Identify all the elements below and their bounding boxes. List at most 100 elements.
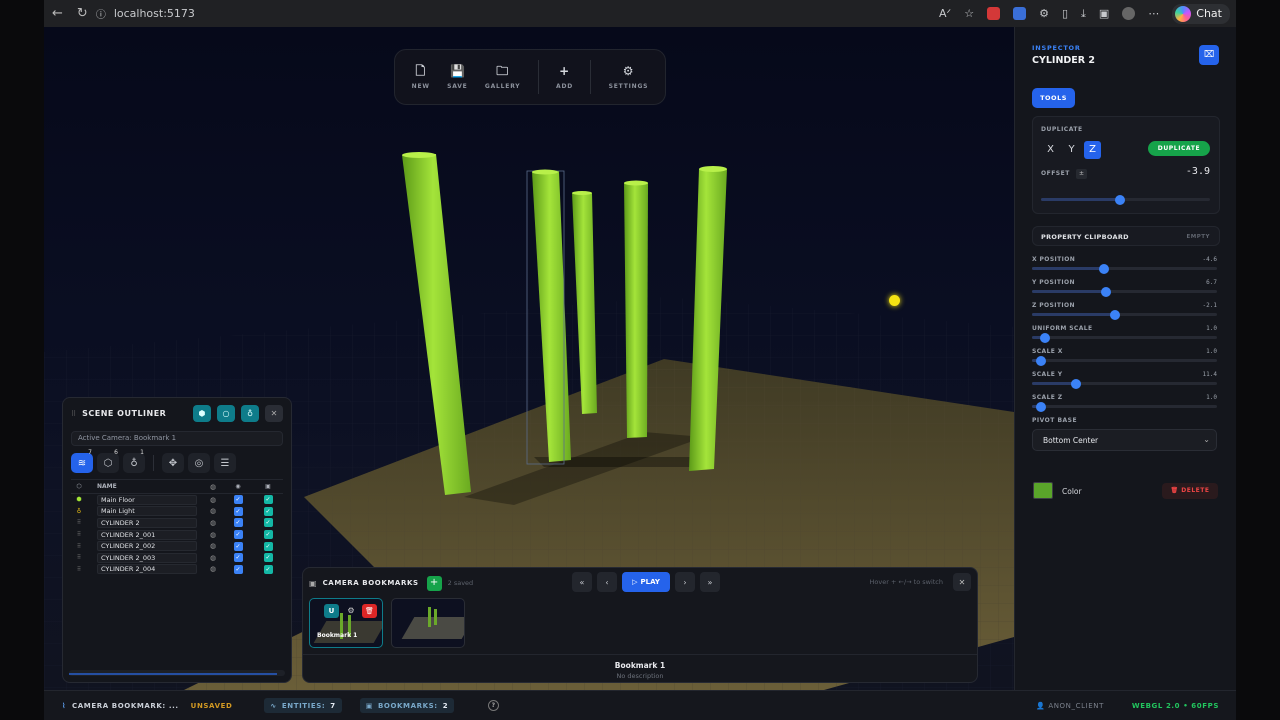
globe-icon[interactable]: ◍: [203, 531, 223, 539]
split-screen-icon[interactable]: ▯: [1062, 7, 1068, 20]
camera-toggle[interactable]: ✓: [253, 541, 283, 551]
camera-toggle[interactable]: ✓: [253, 518, 283, 528]
property-value[interactable]: 1.0: [1206, 325, 1217, 332]
color-swatch[interactable]: [1033, 482, 1053, 499]
table-row[interactable]: ⬢ Main Floor ◍ ✓ ✓: [71, 494, 283, 506]
globe-icon[interactable]: ◍: [203, 554, 223, 562]
property-value[interactable]: 1.0: [1206, 348, 1217, 355]
add-mesh-button[interactable]: ⬢: [193, 405, 211, 422]
download-icon[interactable]: ⤓: [1081, 7, 1086, 21]
property-slider[interactable]: [1032, 332, 1217, 343]
row-name[interactable]: Main Light: [97, 506, 197, 517]
globe-icon[interactable]: ◍: [203, 496, 223, 504]
delete-button[interactable]: 🗑 DELETE: [1162, 483, 1218, 499]
help-icon[interactable]: ?: [488, 700, 500, 711]
tools-tab[interactable]: TOOLS: [1032, 88, 1075, 108]
slider-knob[interactable]: [1101, 286, 1111, 297]
address-bar[interactable]: ⓘ localhost:5173: [96, 6, 195, 21]
add-light-button[interactable]: ♁: [241, 405, 259, 422]
row-name[interactable]: CYLINDER 2: [97, 517, 197, 528]
row-name[interactable]: CYLINDER 2_003: [97, 552, 197, 563]
offset-sign-toggle[interactable]: ±: [1076, 169, 1087, 179]
next-bookmark-button[interactable]: ›: [675, 572, 695, 592]
property-slider[interactable]: [1032, 286, 1217, 297]
adjust-tool-button[interactable]: ☰: [214, 453, 236, 473]
pen-icon[interactable]: [1013, 7, 1027, 20]
property-slider[interactable]: [1032, 378, 1217, 389]
visible-toggle[interactable]: ✓: [223, 506, 253, 516]
extension-icon[interactable]: [987, 7, 1001, 20]
tab-all[interactable]: ≋ 7: [71, 449, 93, 473]
add-button[interactable]: + ADD: [556, 64, 573, 90]
close-bookmarks-button[interactable]: ✕: [953, 573, 971, 591]
visible-toggle[interactable]: ✓: [223, 518, 253, 528]
main-light-gizmo[interactable]: [889, 295, 900, 306]
visible-toggle[interactable]: ✓: [223, 495, 253, 505]
slider-knob[interactable]: [1036, 355, 1047, 366]
screenshot-icon[interactable]: ▣: [1099, 7, 1109, 20]
camera-toggle[interactable]: ✓: [253, 553, 283, 563]
add-bookmark-button[interactable]: +: [426, 575, 442, 591]
update-bookmark-button[interactable]: U: [324, 604, 339, 618]
row-name[interactable]: CYLINDER 2_001: [97, 529, 197, 540]
gallery-button[interactable]: 🗀 GALLERY: [485, 64, 521, 90]
slider-knob[interactable]: [1099, 263, 1110, 274]
row-name[interactable]: CYLINDER 2_004: [97, 564, 197, 575]
property-value[interactable]: 1.0: [1206, 394, 1217, 401]
camera-toggle[interactable]: ✓: [253, 506, 283, 516]
outliner-scrollbar[interactable]: [69, 670, 285, 676]
cylinder-2-003[interactable]: [624, 183, 648, 438]
material-tool-button[interactable]: ◎: [188, 453, 210, 473]
property-value[interactable]: 11.4: [1203, 371, 1217, 378]
reload-icon[interactable]: ↻: [77, 6, 88, 21]
pivot-select[interactable]: Bottom Center ⌄: [1032, 429, 1217, 451]
add-sphere-button[interactable]: ○: [217, 405, 235, 422]
puzzle-icon[interactable]: ⚙: [1039, 7, 1049, 20]
duplicate-button[interactable]: DUPLICATE: [1148, 141, 1210, 156]
bookmark-thumb-1[interactable]: U ⚙ 🗑 Bookmark 1: [309, 598, 383, 648]
property-slider[interactable]: [1032, 263, 1217, 274]
table-row[interactable]: ⠿ CYLINDER 2_002 ◍ ✓ ✓: [71, 540, 283, 552]
camera-toggle[interactable]: ✓: [253, 530, 283, 540]
slider-knob[interactable]: [1071, 378, 1082, 389]
bookmarks-pill[interactable]: ▣ BOOKMARKS: 2: [359, 698, 455, 713]
new-button[interactable]: 🗋 NEW: [412, 64, 430, 90]
globe-icon[interactable]: ◍: [203, 507, 223, 515]
property-value[interactable]: -2.1: [1203, 302, 1217, 309]
bookmark-thumb-2[interactable]: [391, 598, 465, 648]
axis-x-button[interactable]: X: [1042, 141, 1059, 159]
slider-knob[interactable]: [1036, 401, 1047, 412]
offset-value[interactable]: -3.9: [1186, 166, 1210, 177]
property-value[interactable]: -4.6: [1203, 256, 1217, 263]
offset-slider[interactable]: [1041, 194, 1210, 205]
globe-icon[interactable]: ◍: [203, 565, 223, 573]
last-bookmark-button[interactable]: »: [700, 572, 720, 592]
property-slider[interactable]: [1032, 355, 1217, 366]
globe-icon[interactable]: ◍: [203, 542, 223, 550]
visible-toggle[interactable]: ✓: [223, 541, 253, 551]
slider-knob[interactable]: [1115, 194, 1126, 205]
prev-bookmark-button[interactable]: ‹: [597, 572, 617, 592]
site-info-icon[interactable]: ⓘ: [96, 6, 106, 21]
table-row[interactable]: ⠿ CYLINDER 2_003 ◍ ✓ ✓: [71, 552, 283, 564]
camera-toggle[interactable]: ✓: [253, 564, 283, 574]
play-button[interactable]: ▷ PLAY: [622, 572, 670, 592]
first-bookmark-button[interactable]: «: [572, 572, 592, 592]
camera-toggle[interactable]: ✓: [253, 495, 283, 505]
property-slider[interactable]: [1032, 401, 1217, 412]
unlink-button[interactable]: ⌧: [1199, 45, 1219, 65]
table-row[interactable]: ⠿ CYLINDER 2_001 ◍ ✓ ✓: [71, 529, 283, 541]
visible-toggle[interactable]: ✓: [223, 564, 253, 574]
property-clipboard[interactable]: PROPERTY CLIPBOARD EMPTY: [1032, 226, 1220, 246]
axis-z-button[interactable]: Z: [1084, 141, 1101, 159]
visible-toggle[interactable]: ✓: [223, 553, 253, 563]
delete-bookmark-button[interactable]: 🗑: [362, 604, 377, 618]
close-outliner-button[interactable]: ✕: [265, 405, 283, 422]
table-row[interactable]: ♁ Main Light ◍ ✓ ✓: [71, 506, 283, 518]
visible-toggle[interactable]: ✓: [223, 530, 253, 540]
favorite-icon[interactable]: ☆: [964, 7, 974, 20]
table-row[interactable]: ⠿ CYLINDER 2 ◍ ✓ ✓: [71, 517, 283, 529]
table-row[interactable]: ⠿ CYLINDER 2_004 ◍ ✓ ✓: [71, 564, 283, 576]
more-icon[interactable]: ⋯: [1148, 7, 1159, 20]
axis-y-button[interactable]: Y: [1063, 141, 1080, 159]
